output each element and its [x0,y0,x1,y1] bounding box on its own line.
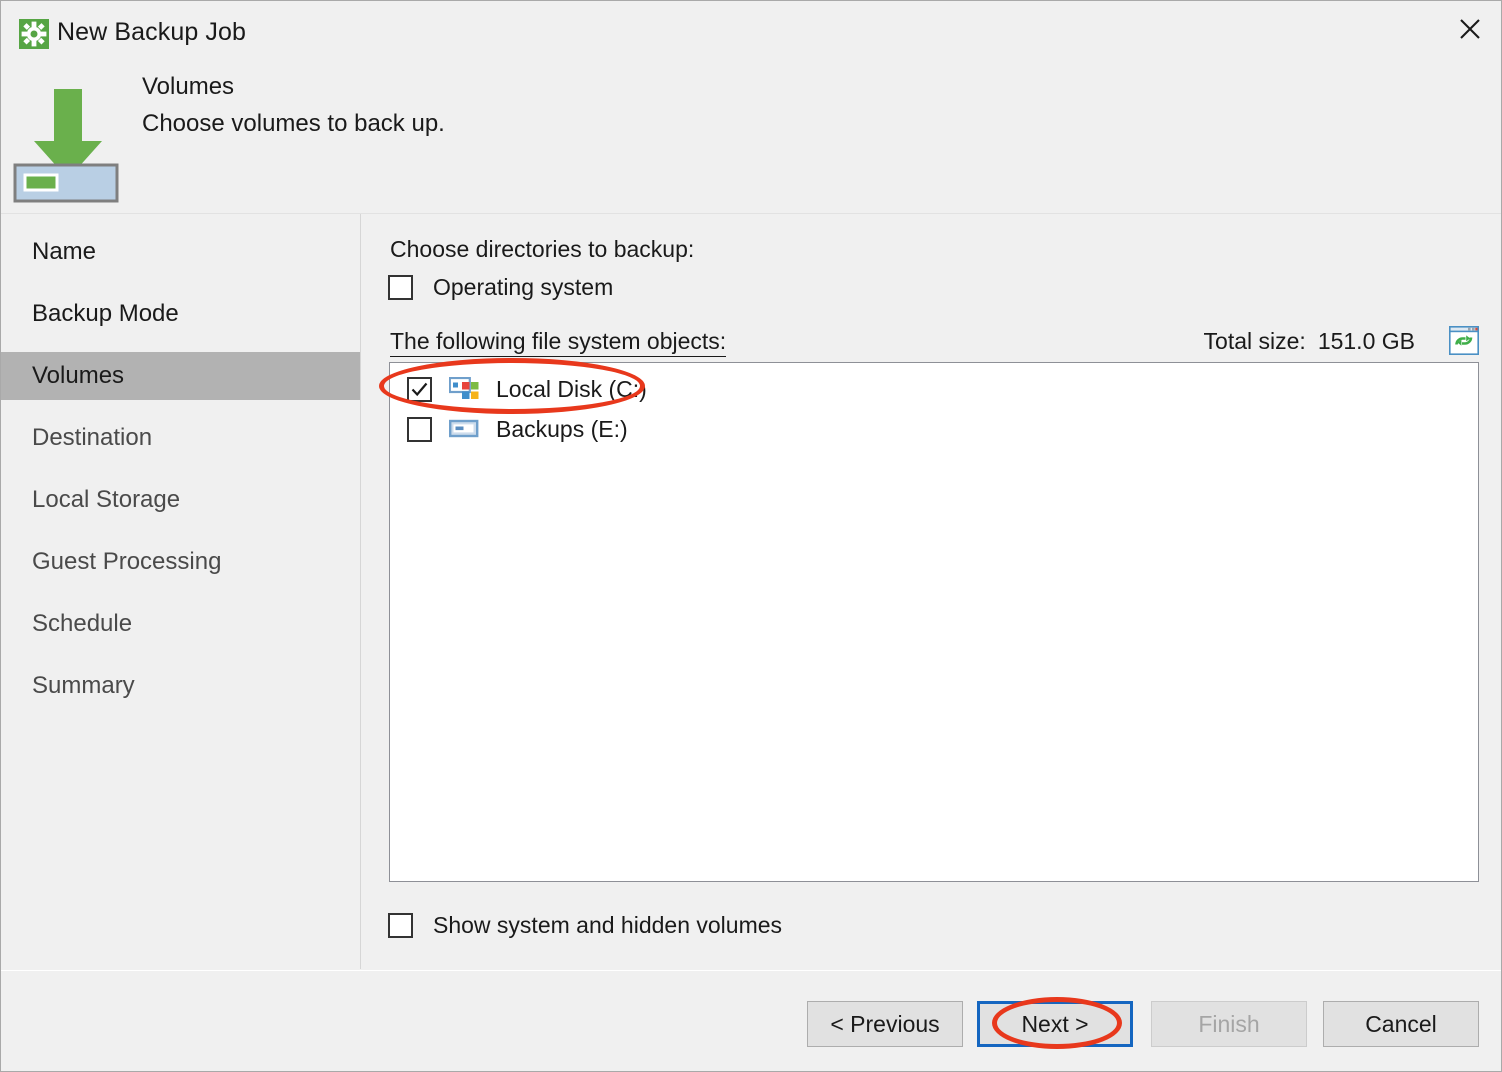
sidebar-item-guest-processing[interactable]: Guest Processing [1,538,360,586]
finish-button: Finish [1151,1001,1307,1047]
sidebar-item-backup-mode[interactable]: Backup Mode [1,290,360,338]
new-backup-job-dialog: New Backup Job Volumes Choose volumes to… [0,0,1502,1072]
list-item[interactable]: Local Disk (C:) [390,369,1478,409]
volume-label: Local Disk (C:) [496,375,647,402]
list-item[interactable]: Backups (E:) [390,409,1478,449]
sidebar-item-destination[interactable]: Destination [1,414,360,462]
gear-icon [19,19,49,49]
cancel-button[interactable]: Cancel [1323,1001,1479,1047]
window-title: New Backup Job [57,18,246,46]
choose-directories-label: Choose directories to backup: [390,236,695,262]
sidebar-item-local-storage[interactable]: Local Storage [1,476,360,524]
windows-drive-icon [448,376,479,401]
operating-system-checkbox[interactable]: Operating system [388,274,613,301]
sidebar-item-summary[interactable]: Summary [1,662,360,710]
total-size-label: Total size: [1203,328,1306,354]
drive-icon [449,417,479,441]
volume-label: Backups (E:) [496,415,628,442]
previous-button[interactable]: < Previous [807,1001,963,1047]
title-bar: New Backup Job [1,1,1501,67]
operating-system-label: Operating system [433,274,614,300]
wizard-header: Volumes Choose volumes to back up. [1,65,1501,213]
header-step-title: Volumes [142,73,235,100]
file-system-objects-label: The following file system objects: [390,328,727,357]
header-description: Choose volumes to back up. [142,110,445,137]
refresh-icon[interactable] [1449,326,1479,355]
total-size: Total size: 151.0 GB [1204,328,1415,355]
sidebar-item-volumes[interactable]: Volumes [1,352,360,400]
show-hidden-volumes-label: Show system and hidden volumes [433,912,783,938]
dialog-footer: < Previous Next > Finish Cancel [1,970,1501,1071]
checkbox-box [388,275,413,300]
close-icon[interactable] [1439,1,1501,57]
sidebar-item-schedule[interactable]: Schedule [1,600,360,648]
total-size-value: 151.0 GB [1317,328,1415,354]
volumes-list[interactable]: Local Disk (C:) Backups (E:) [389,362,1479,882]
wizard-step-sidebar: Name Backup Mode Volumes Destination Loc… [1,214,361,969]
sidebar-item-name[interactable]: Name [1,228,360,276]
next-button[interactable]: Next > [977,1001,1133,1047]
checkbox-box [388,913,413,938]
volume-checkbox[interactable] [407,416,432,442]
show-hidden-volumes-checkbox[interactable]: Show system and hidden volumes [388,912,782,939]
volumes-panel: Choose directories to backup: Operating … [362,214,1501,969]
volume-checkbox[interactable] [407,376,432,402]
volume-backup-arrow-icon [13,73,125,203]
